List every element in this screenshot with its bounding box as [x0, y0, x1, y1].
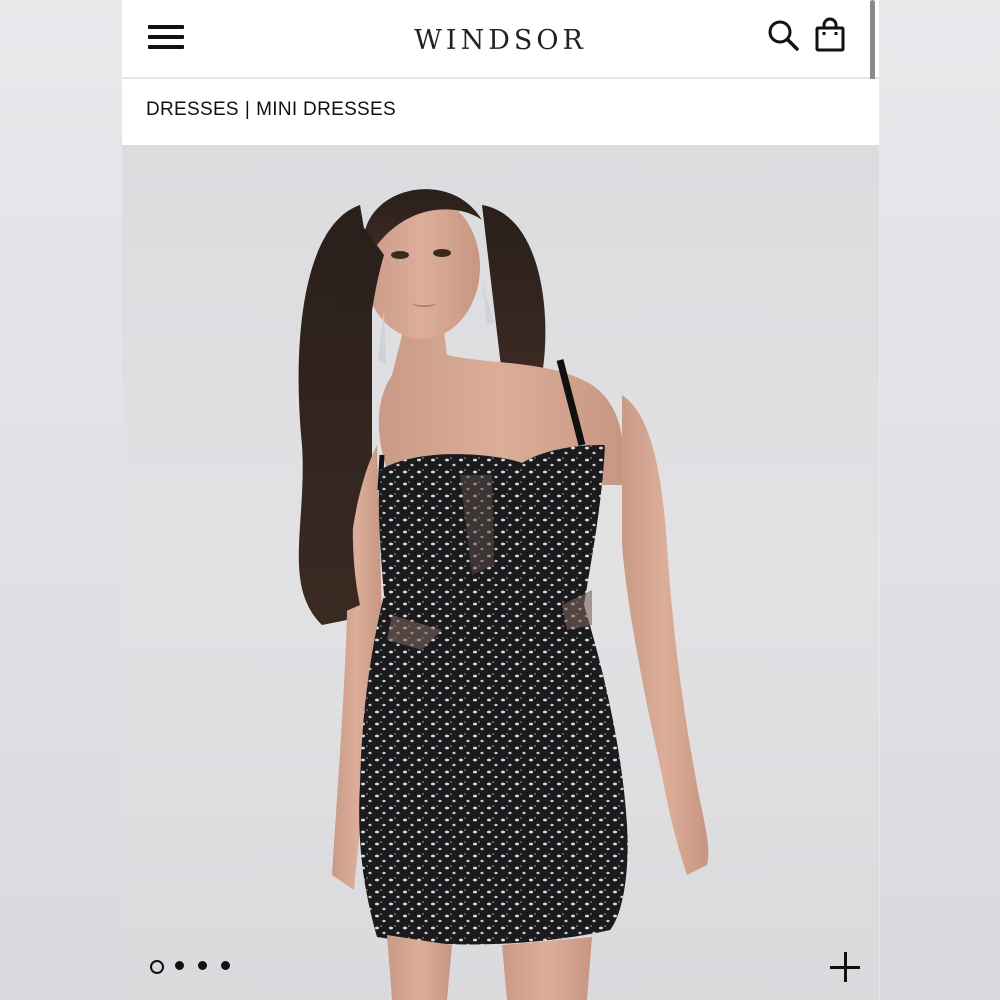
carousel-dot-3[interactable]: [198, 961, 207, 970]
carousel-dot-2[interactable]: [175, 961, 184, 970]
top-navigation-bar: WINDSOR: [122, 0, 879, 188]
carousel-dot-1[interactable]: [150, 960, 164, 974]
breadcrumb-item-mini-dresses[interactable]: MINI DRESSES: [256, 99, 396, 120]
plus-icon[interactable]: [828, 950, 862, 984]
search-icon[interactable]: [766, 18, 802, 54]
mobile-page: WINDSOR DRESSES | MINI DRESSES: [122, 0, 879, 1000]
breadcrumb: DRESSES | MINI DRESSES: [146, 99, 396, 121]
breadcrumb-bar: DRESSES | MINI DRESSES: [122, 79, 879, 145]
product-photo: [298, 189, 709, 1000]
background-left: [0, 0, 122, 1000]
product-image[interactable]: [122, 145, 879, 1000]
carousel-dot-4[interactable]: [221, 961, 230, 970]
breadcrumb-separator: |: [244, 99, 251, 120]
shopping-bag-icon[interactable]: [812, 16, 848, 54]
breadcrumb-item-dresses[interactable]: DRESSES: [146, 99, 239, 120]
background-right: [880, 0, 1000, 1000]
